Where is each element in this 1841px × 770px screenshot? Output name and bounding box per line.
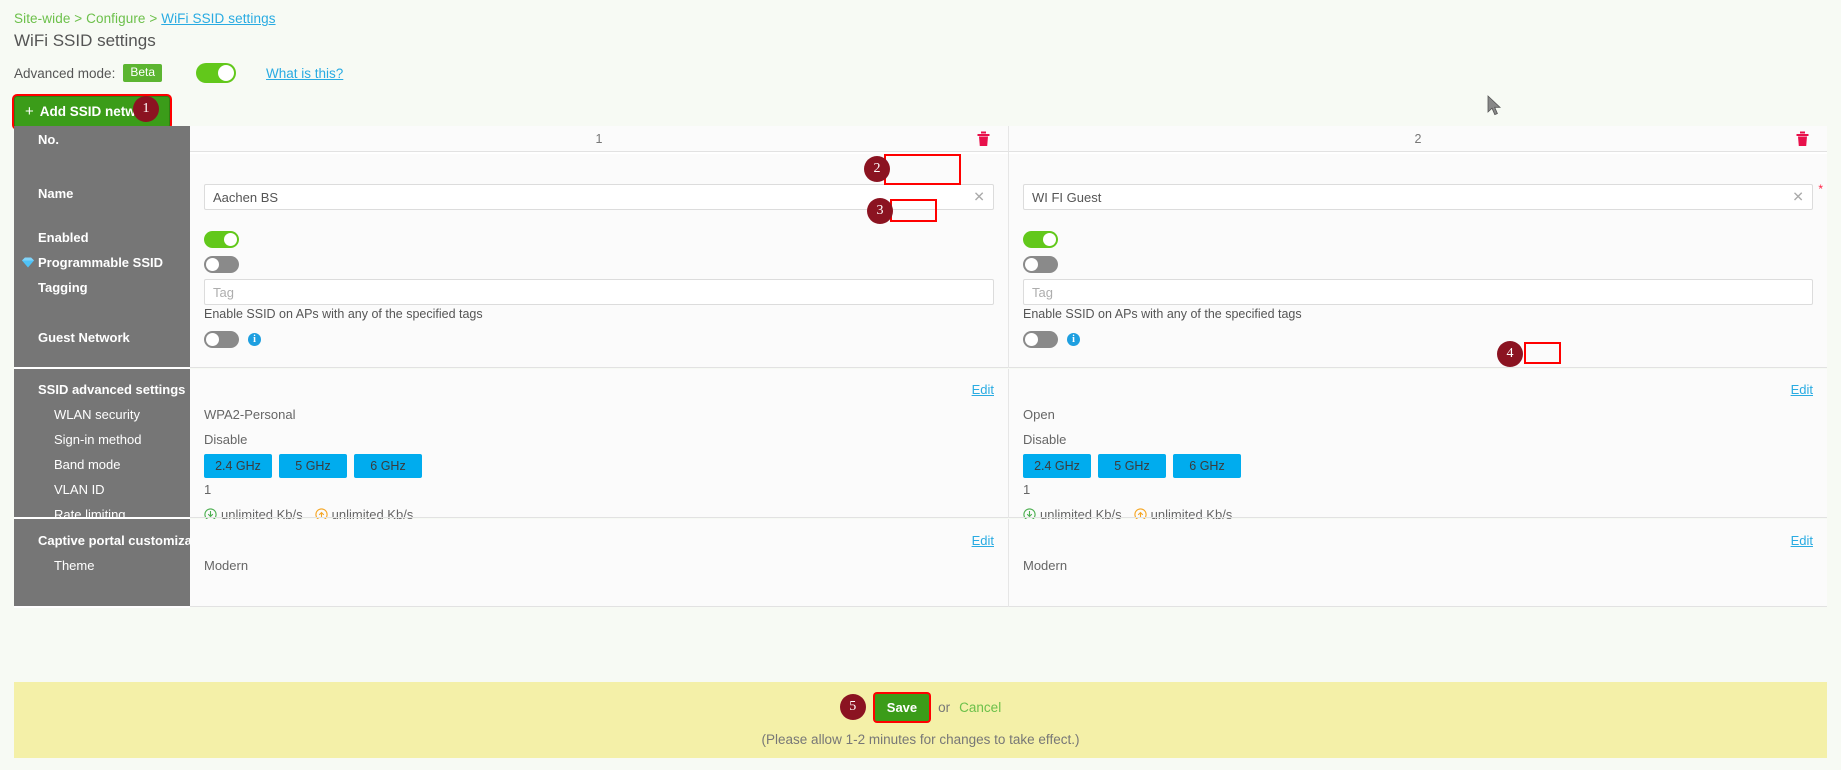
captive-portal-column-1: Edit Modern <box>190 519 1008 606</box>
wifi-ssid-settings-page: Site-wide > Configure > WiFi SSID settin… <box>0 0 1841 770</box>
band-24ghz-2[interactable]: 2.4 GHz <box>1023 454 1091 478</box>
column-number-1: 1 <box>595 131 603 146</box>
table-header-cell-1: 1 <box>190 126 1008 152</box>
guest-network-toggle-1[interactable] <box>204 331 239 348</box>
table-block-advanced: SSID advanced settings WLAN security Sig… <box>14 369 1827 522</box>
edit-advanced-link-2[interactable]: Edit <box>1791 382 1813 397</box>
row-label-no: No. <box>14 126 190 152</box>
row-label-programmable-ssid: Programmable SSID <box>22 255 163 270</box>
ssid-name-value-1: Aachen BS <box>213 189 279 205</box>
guest-network-toggle-2[interactable] <box>1023 331 1058 348</box>
annotation-badge-5: 5 <box>839 694 866 720</box>
table-header-cell-2: 2 <box>1008 126 1827 152</box>
captive-portal-column-2: Edit Modern <box>1008 519 1827 606</box>
programmable-ssid-toggle-2[interactable] <box>1023 256 1058 273</box>
advanced-mode-row: Advanced mode: Beta What is this? <box>14 63 343 83</box>
page-title: WiFi SSID settings <box>14 31 156 50</box>
row-label-guest-network: Guest Network <box>38 330 130 345</box>
row-label-ssid-advanced-settings: SSID advanced settings <box>38 382 186 397</box>
row-label-tagging: Tagging <box>38 280 88 295</box>
row-labels-captive-portal: Captive portal customization Theme <box>14 519 216 606</box>
row-label-name: Name <box>38 186 74 201</box>
row-label-band-mode: Band mode <box>54 457 121 472</box>
ssid-name-value-2: WI FI Guest <box>1032 189 1102 205</box>
advanced-mode-toggle[interactable] <box>196 63 237 83</box>
tag-input-1[interactable]: Tag <box>204 279 994 305</box>
tag-help-text-2: Enable SSID on APs with any of the speci… <box>1023 307 1302 321</box>
signin-method-value-1: Disable <box>204 432 248 447</box>
save-button[interactable]: Save <box>874 693 930 721</box>
guest-network-info-icon-2[interactable]: i <box>1067 333 1080 346</box>
wlan-security-value-1: WPA2-Personal <box>204 407 296 422</box>
tag-help-text-1: Enable SSID on APs with any of the speci… <box>204 307 483 321</box>
programmable-ssid-toggle-1[interactable] <box>204 256 239 273</box>
wlan-security-value-2: Open <box>1023 407 1055 422</box>
save-bar: 5 Save or Cancel (Please allow 1-2 minut… <box>14 682 1827 758</box>
cancel-link[interactable]: Cancel <box>959 700 1001 715</box>
band-6ghz-1[interactable]: 6 GHz <box>354 454 422 478</box>
table-header-row: No. 1 2 <box>14 126 1827 152</box>
band-mode-group-2: 2.4 GHz 5 GHz 6 GHz <box>1023 454 1241 478</box>
delete-ssid-1-icon[interactable] <box>977 131 990 146</box>
row-labels-advanced: SSID advanced settings WLAN security Sig… <box>14 369 190 522</box>
annotation-badge-4: 4 <box>1497 341 1523 367</box>
ssid-column-2: WI FI Guest ✕ * Tag Enable SSID on APs w… <box>1008 154 1827 367</box>
tag-placeholder-1: Tag <box>213 284 234 300</box>
signin-method-value-2: Disable <box>1023 432 1067 447</box>
tag-input-2[interactable]: Tag <box>1023 279 1813 305</box>
band-5ghz-2[interactable]: 5 GHz <box>1098 454 1166 478</box>
edit-captive-portal-link-2[interactable]: Edit <box>1791 533 1813 548</box>
band-6ghz-2[interactable]: 6 GHz <box>1173 454 1241 478</box>
breadcrumb-current-link[interactable]: WiFi SSID settings <box>161 11 275 26</box>
ssid-advanced-column-1: Edit WPA2-Personal Disable 2.4 GHz 5 GHz… <box>190 369 1008 522</box>
band-mode-group-1: 2.4 GHz 5 GHz 6 GHz <box>204 454 422 478</box>
ssid-name-input-2[interactable]: WI FI Guest ✕ <box>1023 184 1813 210</box>
ssid-advanced-column-2: Edit Open Disable 2.4 GHz 5 GHz 6 GHz 1 … <box>1008 369 1827 522</box>
table-block-captive-portal: Captive portal customization Theme Edit … <box>14 519 1827 606</box>
row-label-theme: Theme <box>54 558 95 573</box>
breadcrumb-prefix: Site-wide > Configure > <box>14 11 162 26</box>
breadcrumb: Site-wide > Configure > WiFi SSID settin… <box>14 11 276 26</box>
mouse-cursor-icon <box>1487 95 1502 116</box>
delete-ssid-2-icon[interactable] <box>1796 131 1809 146</box>
ssid-column-1: Aachen BS ✕ Tag Enable SSID on APs with … <box>190 154 1008 367</box>
clear-icon-1[interactable]: ✕ <box>973 189 985 206</box>
required-asterisk-2: * <box>1818 182 1823 196</box>
ssid-table: No. 1 2 Name Enabled Programmable SSID T… <box>14 126 1827 608</box>
annotation-badge-1: 1 <box>133 96 159 122</box>
row-labels-basic: Name Enabled Programmable SSID Tagging G… <box>14 154 190 367</box>
theme-value-1: Modern <box>204 558 249 573</box>
save-row: 5 Save or Cancel <box>839 693 1001 721</box>
annotation-badge-3: 3 <box>867 198 893 224</box>
block-divider-3 <box>14 606 1827 608</box>
edit-captive-portal-link-1[interactable]: Edit <box>972 533 994 548</box>
theme-value-2: Modern <box>1023 558 1068 573</box>
beta-badge: Beta <box>123 64 163 82</box>
row-label-vlan-id: VLAN ID <box>54 482 105 497</box>
row-label-enabled: Enabled <box>38 230 89 245</box>
tag-placeholder-2: Tag <box>1032 284 1053 300</box>
row-label-signin-method: Sign-in method <box>54 432 142 447</box>
table-block-basic: Name Enabled Programmable SSID Tagging G… <box>14 154 1827 367</box>
what-is-this-link[interactable]: What is this? <box>266 66 343 81</box>
edit-advanced-link-1[interactable]: Edit <box>972 382 994 397</box>
diamond-icon <box>22 257 34 268</box>
guest-network-info-icon-1[interactable]: i <box>248 333 261 346</box>
vlan-id-value-1: 1 <box>204 482 212 497</box>
band-24ghz-1[interactable]: 2.4 GHz <box>204 454 272 478</box>
clear-icon-2[interactable]: ✕ <box>1792 189 1804 206</box>
vlan-id-value-2: 1 <box>1023 482 1031 497</box>
column-number-2: 2 <box>1414 131 1422 146</box>
band-5ghz-1[interactable]: 5 GHz <box>279 454 347 478</box>
save-note: (Please allow 1-2 minutes for changes to… <box>761 731 1080 747</box>
advanced-mode-label: Advanced mode: <box>14 65 116 81</box>
ssid-enabled-toggle-2[interactable] <box>1023 231 1058 248</box>
ssid-enabled-toggle-1[interactable] <box>204 231 239 248</box>
or-label: or <box>938 699 951 715</box>
plus-icon: + <box>25 103 34 120</box>
row-label-wlan-security: WLAN security <box>54 407 140 422</box>
annotation-badge-2: 2 <box>864 156 890 182</box>
